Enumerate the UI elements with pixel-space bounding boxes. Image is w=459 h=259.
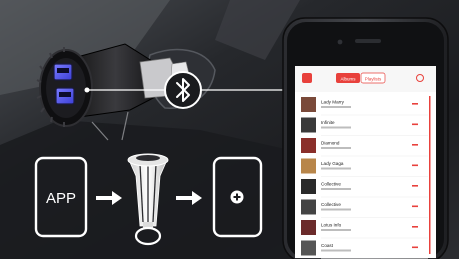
song-subtitle-placeholder — [321, 188, 351, 190]
smartphone: Albums Playlists Lady Marry Infinite Diamo… — [282, 17, 449, 259]
more-options-icon[interactable] — [412, 205, 418, 208]
more-options-icon[interactable] — [412, 164, 418, 167]
more-options-icon[interactable] — [412, 226, 418, 228]
album-art-thumbnail — [301, 199, 316, 215]
song-title: Lotus Info — [321, 223, 342, 228]
earpiece — [355, 39, 381, 43]
album-art-thumbnail — [301, 158, 316, 174]
more-options-icon[interactable] — [412, 144, 418, 146]
song-title: Infinite — [321, 120, 335, 125]
album-art-thumbnail — [301, 240, 316, 256]
more-options-icon[interactable] — [412, 103, 418, 105]
album-art-thumbnail — [301, 97, 316, 112]
song-title: Collective — [321, 202, 341, 207]
connection-dot-left — [84, 87, 90, 93]
song-title: Lady Marry — [321, 100, 345, 105]
album-art-thumbnail — [301, 117, 316, 133]
app-label: APP — [46, 190, 76, 207]
bluetooth-badge — [164, 71, 202, 109]
menu-icon — [302, 73, 312, 83]
song-subtitle-placeholder — [321, 106, 351, 108]
illustration-canvas: Albums Playlists Lady Marry Infinite Diamo… — [0, 0, 459, 259]
song-subtitle-placeholder — [321, 167, 351, 170]
phone-screen: Albums Playlists Lady Marry Infinite Diamo… — [295, 66, 436, 259]
tab-playlists-label: Playlists — [365, 76, 382, 81]
front-camera — [337, 39, 343, 45]
song-title: Coast — [321, 243, 334, 248]
album-art-thumbnail — [301, 179, 316, 194]
alphabet-index — [429, 96, 431, 254]
more-options-icon[interactable] — [412, 123, 418, 126]
album-art-thumbnail — [301, 138, 316, 153]
song-subtitle-placeholder — [321, 147, 351, 149]
more-options-icon[interactable] — [412, 246, 418, 249]
song-subtitle-placeholder — [321, 126, 351, 129]
song-subtitle-placeholder — [321, 208, 351, 211]
product-illustration: Albums Playlists Lady Marry Infinite Diamo… — [0, 0, 459, 259]
more-options-icon[interactable] — [412, 185, 418, 187]
song-title: Collective — [321, 182, 341, 187]
album-art-thumbnail — [301, 220, 316, 235]
song-subtitle-placeholder — [321, 229, 351, 231]
song-title: Lady Gaga — [321, 161, 344, 166]
song-subtitle-placeholder — [321, 249, 351, 252]
tab-albums-label: Albums — [340, 76, 356, 81]
song-title: Diamond — [321, 141, 340, 146]
